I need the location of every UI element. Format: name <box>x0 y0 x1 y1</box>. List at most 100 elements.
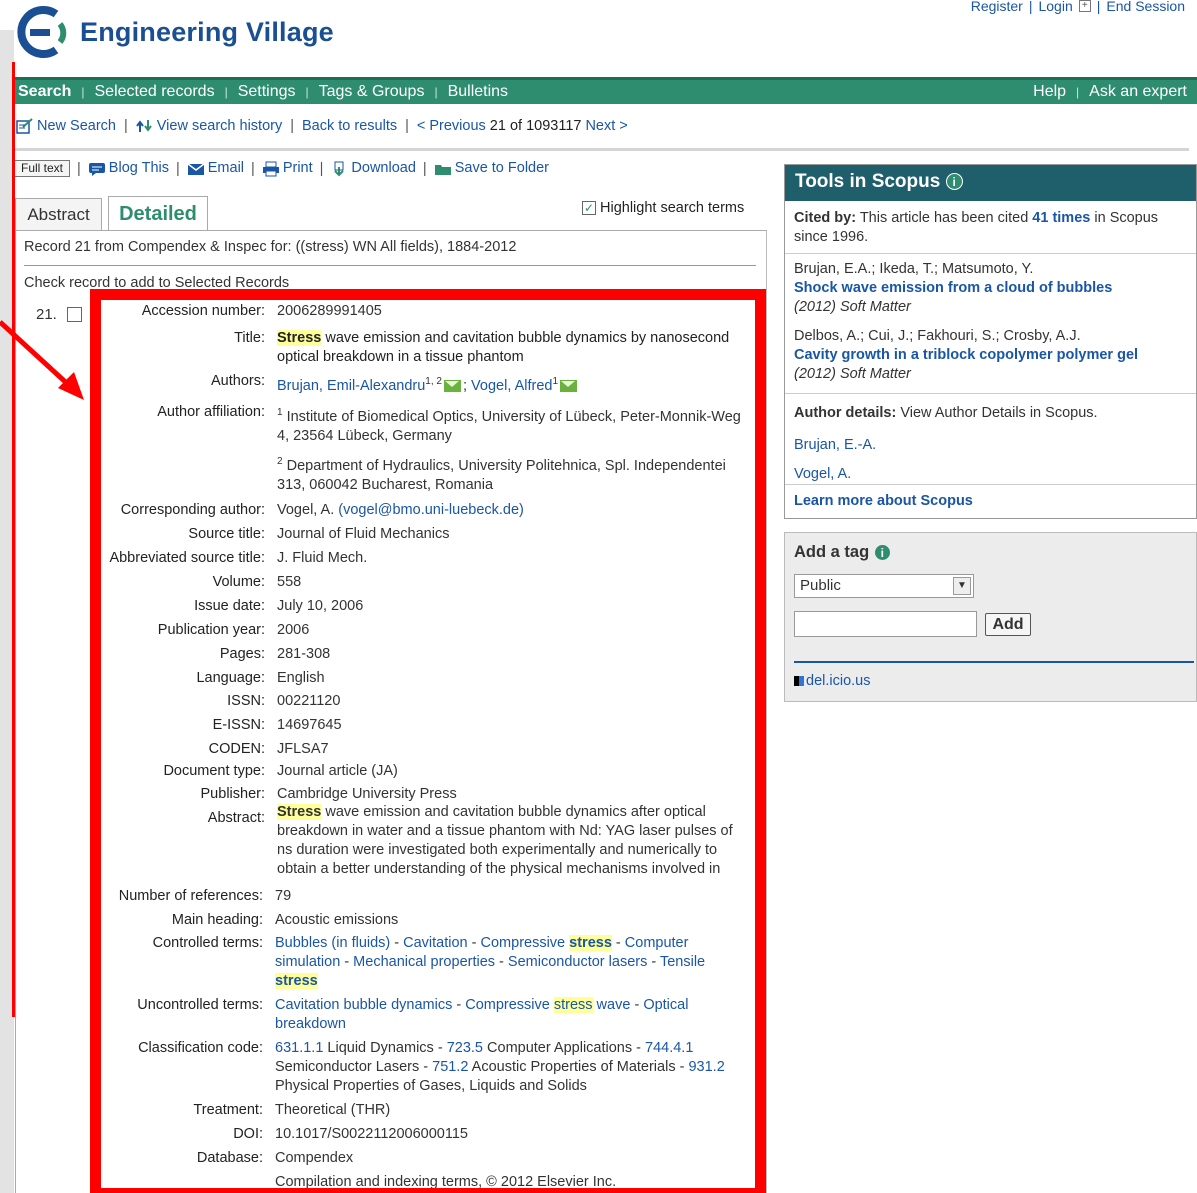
tab-detailed[interactable]: Detailed <box>108 196 208 231</box>
citing-article-2: Delbos, A.; Cui, J.; Fakhouri, S.; Crosb… <box>794 327 1138 384</box>
annotation-line <box>12 62 15 1017</box>
divider <box>24 265 756 266</box>
separator: | <box>251 160 255 177</box>
brand-name: Engineering Village <box>80 16 334 47</box>
citing-article-1: Brujan, E.A.; Ikeda, T.; Matsumoto, Y. S… <box>794 260 1112 317</box>
view-search-history-label: View search history <box>156 118 283 134</box>
nav-search[interactable]: Search <box>14 83 81 101</box>
annotation-highlight-box <box>90 289 766 1193</box>
add-tag-title: Add a tag i <box>794 543 891 562</box>
add-tag-button[interactable]: Add <box>985 613 1031 636</box>
separator: | <box>422 160 427 177</box>
author-details-label: Author details: <box>794 405 897 421</box>
end-session-link[interactable]: End Session <box>1106 0 1185 14</box>
divider <box>785 253 1196 254</box>
record-navigation-bar: New Search | View search history | Back … <box>16 118 628 134</box>
citing-source: (2012) Soft Matter <box>794 366 911 382</box>
record-summary: Record 21 from Compendex & Inspec for: (… <box>24 239 517 255</box>
separator: | <box>319 160 324 177</box>
divider <box>794 661 1194 663</box>
author-details-text: View Author Details in Scopus. <box>900 405 1098 421</box>
new-search-icon <box>16 118 33 134</box>
delicious-label: del.icio.us <box>806 673 871 689</box>
brand-logo[interactable]: Engineering Village <box>16 4 334 60</box>
record-actions-bar: Full text | Blog This | Email | Print | … <box>14 160 549 177</box>
nav-tags-groups[interactable]: Tags & Groups <box>309 83 435 101</box>
highlight-checkbox[interactable]: ✓ <box>582 201 596 215</box>
nav-settings[interactable]: Settings <box>228 83 306 101</box>
expand-icon[interactable]: + <box>1078 0 1091 12</box>
download-link[interactable]: Download <box>330 160 416 176</box>
separator: | <box>1028 0 1033 14</box>
info-icon[interactable]: i <box>945 173 963 191</box>
scopus-tools-panel: Tools in Scopus i Cited by: This article… <box>784 164 1197 519</box>
highlight-label: Highlight search terms <box>600 200 745 216</box>
main-navbar: Search | Selected records | Settings | T… <box>14 77 1197 104</box>
nav-ask-expert[interactable]: Ask an expert <box>1079 83 1197 101</box>
scopus-author-links: Brujan, E.-A. Vogel, A. <box>794 436 876 484</box>
email-link[interactable]: Email <box>187 160 244 176</box>
new-search-label: New Search <box>37 118 116 134</box>
citing-source: (2012) Soft Matter <box>794 299 911 315</box>
annotation-arrow-icon <box>0 320 84 400</box>
highlight-toggle[interactable]: ✓ Highlight search terms <box>582 200 744 216</box>
cited-by-label: Cited by: <box>794 210 857 226</box>
view-search-history-link[interactable]: View search history <box>135 118 283 134</box>
previous-link[interactable]: < Previous <box>417 118 486 134</box>
new-search-link[interactable]: New Search <box>16 118 116 134</box>
next-link[interactable]: Next > <box>585 118 627 134</box>
nav-help[interactable]: Help <box>1023 83 1076 101</box>
citing-title-link[interactable]: Shock wave emission from a cloud of bubb… <box>794 280 1112 296</box>
separator: | <box>77 160 81 177</box>
download-icon <box>334 161 345 176</box>
cited-by: Cited by: This article has been cited 41… <box>794 209 1194 247</box>
folder-icon <box>434 164 451 175</box>
record-position: 21 of 1093117 <box>489 118 582 135</box>
tag-input[interactable] <box>794 611 977 637</box>
email-label: Email <box>207 160 245 177</box>
citing-authors: Delbos, A.; Cui, J.; Fakhouri, S.; Crosb… <box>794 328 1081 344</box>
scopus-author-link[interactable]: Vogel, A. <box>794 465 876 484</box>
engineering-village-logo-icon <box>17 6 67 58</box>
history-icon <box>135 120 152 133</box>
divider <box>785 393 1196 394</box>
navbar-right: Help | Ask an expert <box>1023 83 1197 101</box>
citing-authors: Brujan, E.A.; Ikeda, T.; Matsumoto, Y. <box>794 261 1034 277</box>
divider <box>14 148 1189 151</box>
tab-abstract[interactable]: Abstract <box>15 198 102 230</box>
separator: | <box>175 160 180 177</box>
separator: | <box>1096 0 1101 14</box>
learn-more-scopus-link[interactable]: Learn more about Scopus <box>794 493 973 509</box>
blog-this-label: Blog This <box>108 160 169 177</box>
cited-by-pre: This article has been cited <box>859 210 1029 226</box>
print-label: Print <box>282 160 313 177</box>
divider <box>785 484 1196 485</box>
chevron-down-icon[interactable]: ▼ <box>953 577 971 595</box>
separator: | <box>123 118 128 135</box>
save-to-folder-link[interactable]: Save to Folder <box>434 160 549 176</box>
nav-selected-records[interactable]: Selected records <box>85 83 225 101</box>
back-to-results-link[interactable]: Back to results <box>302 118 397 134</box>
register-link[interactable]: Register <box>971 0 1023 14</box>
full-text-button[interactable]: Full text <box>14 160 71 177</box>
delicious-link[interactable]: del.icio.us <box>794 673 870 689</box>
tag-visibility-select[interactable]: Public ▼ <box>794 574 974 598</box>
tag-visibility-value: Public <box>800 577 841 594</box>
delicious-icon <box>794 676 804 687</box>
info-icon[interactable]: i <box>873 544 891 562</box>
citing-title-link[interactable]: Cavity growth in a triblock copolymer po… <box>794 347 1138 363</box>
author-details: Author details: View Author Details in S… <box>794 404 1098 423</box>
print-link[interactable]: Print <box>262 160 313 176</box>
cited-count-link[interactable]: 41 times <box>1032 210 1090 226</box>
nav-bulletins[interactable]: Bulletins <box>438 83 518 101</box>
account-links: Register | Login + | End Session <box>971 0 1185 14</box>
scopus-author-link[interactable]: Brujan, E.-A. <box>794 436 876 455</box>
learn-more: Learn more about Scopus <box>794 492 973 511</box>
email-icon <box>187 162 205 175</box>
blog-this-link[interactable]: Blog This <box>88 160 169 176</box>
login-link[interactable]: Login <box>1038 0 1072 14</box>
scopus-title: Tools in Scopus <box>795 171 941 192</box>
add-tag-panel: Add a tag i Public ▼ Add del.icio.us <box>784 532 1197 702</box>
scopus-header: Tools in Scopus i <box>785 165 1196 201</box>
separator: | <box>405 118 409 135</box>
